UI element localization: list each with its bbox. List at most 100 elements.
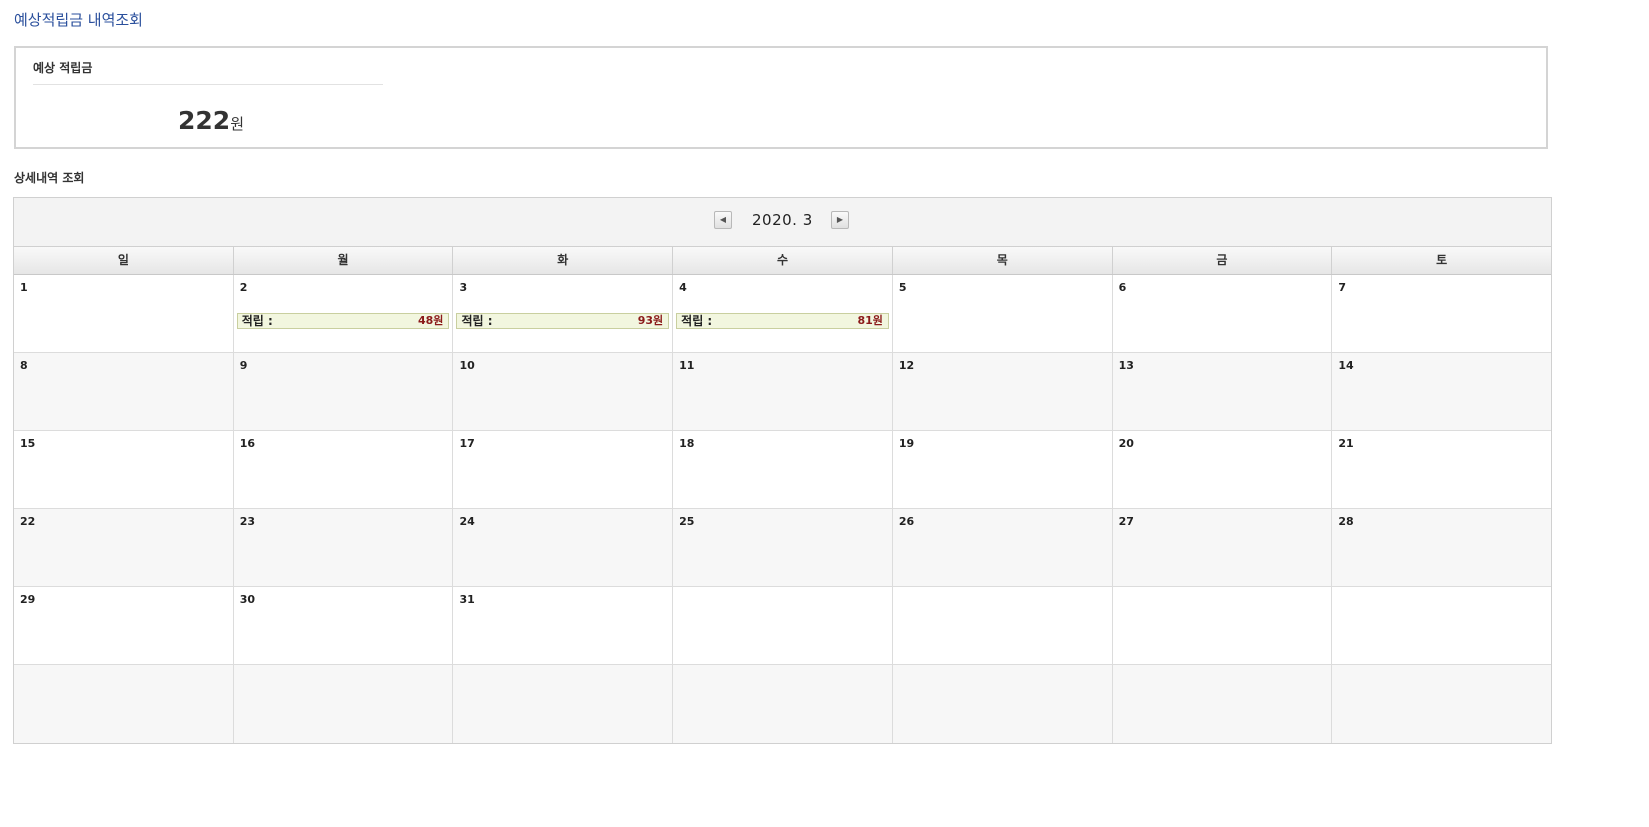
day-number: 6 bbox=[1118, 281, 1127, 294]
calendar-day[interactable] bbox=[1331, 587, 1551, 664]
calendar-day[interactable]: 17 bbox=[452, 431, 672, 508]
accrual-entry[interactable]: 적립 : 93원 bbox=[456, 313, 670, 329]
calendar-day[interactable]: 3 적립 : 93원 bbox=[452, 275, 672, 352]
accrual-entry[interactable]: 적립 : 48원 bbox=[236, 313, 450, 329]
calendar-day[interactable] bbox=[1331, 665, 1551, 743]
day-number: 14 bbox=[1338, 359, 1354, 372]
calendar-day[interactable]: 5 bbox=[891, 275, 1112, 352]
day-number: 5 bbox=[898, 281, 907, 294]
calendar-day[interactable] bbox=[1111, 587, 1332, 664]
summary-amount-unit: 원 bbox=[230, 115, 244, 133]
accrual-amount: 81원 bbox=[857, 314, 883, 327]
calendar-day[interactable]: 2 적립 : 48원 bbox=[232, 275, 453, 352]
day-number: 3 bbox=[459, 281, 468, 294]
day-number: 31 bbox=[459, 593, 475, 606]
calendar-day[interactable]: 25 bbox=[672, 509, 892, 586]
calendar-day[interactable]: 21 bbox=[1331, 431, 1551, 508]
calendar-day[interactable]: 8 bbox=[14, 353, 233, 430]
day-number: 17 bbox=[459, 437, 475, 450]
summary-amount: 222원 bbox=[178, 106, 244, 135]
calendar-day[interactable]: 29 bbox=[14, 587, 233, 664]
day-number: 22 bbox=[20, 515, 36, 528]
accrual-label: 적립 : bbox=[681, 314, 713, 328]
calendar-day[interactable]: 4 적립 : 81원 bbox=[672, 275, 892, 352]
calendar-day[interactable]: 12 bbox=[891, 353, 1112, 430]
day-number: 15 bbox=[20, 437, 36, 450]
accrual-label: 적립 : bbox=[241, 314, 273, 328]
prev-month-button[interactable]: ◀ bbox=[714, 211, 732, 229]
detail-section-title: 상세내역 조회 bbox=[14, 171, 85, 185]
day-number: 26 bbox=[898, 515, 915, 528]
accrual-label: 적립 : bbox=[461, 314, 493, 328]
calendar-day[interactable]: 28 bbox=[1331, 509, 1551, 586]
calendar-day[interactable]: 9 bbox=[232, 353, 453, 430]
calendar-day[interactable] bbox=[452, 665, 672, 743]
day-number: 20 bbox=[1118, 437, 1134, 450]
calendar-day[interactable]: 31 bbox=[452, 587, 672, 664]
calendar-day[interactable] bbox=[14, 665, 233, 743]
calendar-day[interactable]: 26 bbox=[891, 509, 1112, 586]
page-title: 예상적립금 내역조회 bbox=[14, 11, 143, 29]
calendar-day[interactable]: 7 bbox=[1331, 275, 1551, 352]
day-number: 29 bbox=[20, 593, 36, 606]
calendar-day[interactable]: 19 bbox=[891, 431, 1112, 508]
calendar-day[interactable] bbox=[672, 587, 892, 664]
month-label: 2020. 3 bbox=[752, 211, 813, 229]
calendar-day[interactable]: 18 bbox=[672, 431, 892, 508]
calendar-week: 15 16 17 18 19 20 21 bbox=[14, 431, 1551, 509]
accrual-amount: 93원 bbox=[637, 314, 664, 327]
weekday-fri: 금 bbox=[1111, 247, 1332, 274]
weekday-tue: 화 bbox=[452, 247, 672, 274]
calendar-day[interactable]: 16 bbox=[232, 431, 453, 508]
expected-points-summary: 예상 적립금 222원 bbox=[14, 46, 1548, 149]
calendar-day[interactable]: 27 bbox=[1111, 509, 1332, 586]
calendar-week: 29 30 31 bbox=[14, 587, 1551, 665]
calendar-day[interactable]: 23 bbox=[232, 509, 453, 586]
day-number: 7 bbox=[1338, 281, 1346, 294]
day-number: 25 bbox=[679, 515, 695, 528]
day-number: 10 bbox=[459, 359, 475, 372]
weekday-sat: 토 bbox=[1331, 247, 1551, 274]
accrual-entry[interactable]: 적립 : 81원 bbox=[676, 313, 889, 329]
caret-right-icon: ▶ bbox=[836, 215, 844, 224]
calendar-day[interactable]: 6 bbox=[1111, 275, 1332, 352]
next-month-button[interactable]: ▶ bbox=[831, 211, 849, 229]
caret-left-icon: ◀ bbox=[719, 215, 727, 224]
calendar-day[interactable]: 30 bbox=[232, 587, 453, 664]
calendar-day[interactable]: 24 bbox=[452, 509, 672, 586]
day-number: 13 bbox=[1118, 359, 1134, 372]
calendar-day[interactable]: 10 bbox=[452, 353, 672, 430]
day-number: 23 bbox=[239, 515, 256, 528]
calendar-week: 8 9 10 11 12 13 14 bbox=[14, 353, 1551, 431]
calendar-day[interactable]: 13 bbox=[1111, 353, 1332, 430]
calendar-day[interactable]: 22 bbox=[14, 509, 233, 586]
day-number: 4 bbox=[679, 281, 687, 294]
day-number: 27 bbox=[1118, 515, 1134, 528]
calendar-day[interactable]: 14 bbox=[1331, 353, 1551, 430]
day-number: 30 bbox=[239, 593, 256, 606]
calendar-day[interactable] bbox=[891, 587, 1112, 664]
day-number: 18 bbox=[679, 437, 695, 450]
weekday-thu: 목 bbox=[891, 247, 1112, 274]
weekday-wed: 수 bbox=[672, 247, 892, 274]
calendar-day[interactable]: 20 bbox=[1111, 431, 1332, 508]
calendar-grid: 1 2 적립 : 48원 3 적립 : 93원 4 적립 : 81원 5 6 7 8 … bbox=[14, 275, 1551, 743]
calendar-day[interactable]: 11 bbox=[672, 353, 892, 430]
calendar-header: ◀ 2020. 3 ▶ bbox=[14, 198, 1551, 246]
calendar-day[interactable] bbox=[891, 665, 1112, 743]
day-number: 12 bbox=[898, 359, 915, 372]
day-number: 1 bbox=[20, 281, 28, 294]
calendar-day[interactable]: 15 bbox=[14, 431, 233, 508]
calendar-day[interactable]: 1 bbox=[14, 275, 233, 352]
day-number: 2 bbox=[239, 281, 248, 294]
calendar-day[interactable] bbox=[232, 665, 453, 743]
calendar-week: 22 23 24 25 26 27 28 bbox=[14, 509, 1551, 587]
weekday-mon: 월 bbox=[232, 247, 453, 274]
day-number: 21 bbox=[1338, 437, 1354, 450]
weekday-header-row: 일 월 화 수 목 금 토 bbox=[14, 246, 1551, 275]
calendar-day[interactable] bbox=[1111, 665, 1332, 743]
day-number: 24 bbox=[459, 515, 475, 528]
calendar-day[interactable] bbox=[672, 665, 892, 743]
accrual-amount: 48원 bbox=[418, 314, 444, 327]
calendar-week: 1 2 적립 : 48원 3 적립 : 93원 4 적립 : 81원 5 6 7 bbox=[14, 275, 1551, 353]
